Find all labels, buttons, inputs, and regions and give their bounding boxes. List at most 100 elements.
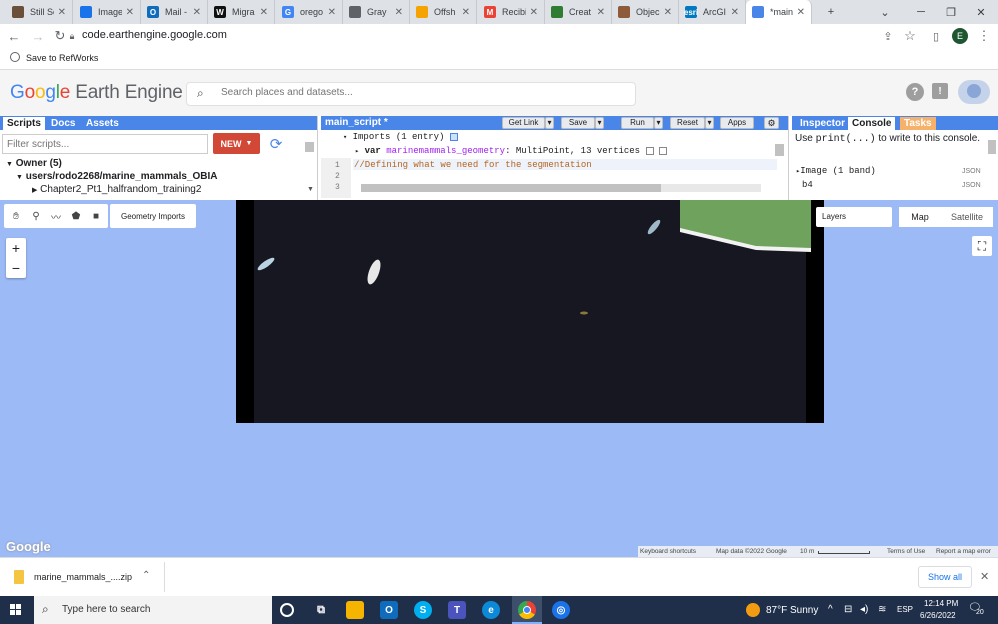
tab-close-icon[interactable]: ✕ <box>797 7 805 18</box>
console-item-image[interactable]: ▸Image (1 band) <box>796 166 876 176</box>
url-field[interactable]: code.earthengine.google.com <box>82 29 227 41</box>
profile-avatar[interactable]: E <box>952 28 968 44</box>
get-link-dropdown-icon[interactable]: ▾ <box>545 117 554 129</box>
browser-tab[interactable]: Gorego ✕ <box>276 0 343 24</box>
side-panel-icon[interactable]: ▯ <box>928 28 944 44</box>
scrollbar-thumb[interactable] <box>305 142 314 152</box>
tree-repo[interactable]: ▼ users/rodo2268/marine_mammals_OBIA <box>16 171 217 182</box>
feedback-icon[interactable]: ! <box>932 83 948 99</box>
browser-tab[interactable]: Gray ✕ <box>343 0 410 24</box>
console-scrollbar-thumb[interactable] <box>988 140 996 154</box>
taskbar-search[interactable]: ⌕ Type here to search <box>34 596 272 624</box>
delete-import-icon[interactable] <box>658 146 667 155</box>
browser-tab[interactable]: W Migra ✕ <box>208 0 275 24</box>
terms-link[interactable]: Terms of Use <box>887 548 925 555</box>
browser-tab[interactable]: esri ArcGI ✕ <box>679 0 746 24</box>
settings-gear-icon[interactable]: ⚙ <box>764 117 779 129</box>
run-dropdown-icon[interactable]: ▾ <box>654 117 663 129</box>
browser-tab[interactable]: Image ✕ <box>74 0 141 24</box>
scale-label[interactable]: 10 m <box>800 548 814 555</box>
browser-tab[interactable]: O Mail - ✕ <box>141 0 208 24</box>
help-icon[interactable]: ? <box>906 83 924 101</box>
weather-sun-icon[interactable] <box>746 603 760 617</box>
clock-time[interactable]: 12:14 PM <box>924 599 958 608</box>
tree-owner[interactable]: ▼ Owner (5) <box>6 158 62 169</box>
menu-kebab-icon[interactable]: ⋮ <box>976 28 992 44</box>
earth-engine-app-icon[interactable]: ◎ <box>552 601 570 619</box>
json-link[interactable]: JSON <box>962 182 981 189</box>
language-indicator[interactable]: ESP <box>897 605 913 614</box>
vertical-scrollbar-thumb[interactable] <box>775 144 784 156</box>
new-tab-button[interactable]: + <box>816 0 846 24</box>
network-icon[interactable]: ⊟ <box>844 604 852 615</box>
tab-close-icon[interactable]: ✕ <box>731 7 739 18</box>
browser-tab[interactable]: M Recibi ✕ <box>478 0 545 24</box>
reset-button[interactable]: Reset <box>670 117 705 129</box>
horizontal-scrollbar[interactable] <box>361 184 761 192</box>
restore-icon[interactable]: ❐ <box>936 0 966 24</box>
skype-icon[interactable]: S <box>414 601 432 619</box>
tab-console[interactable]: Console <box>848 117 896 130</box>
save-button[interactable]: Save <box>561 117 595 129</box>
map-type-map-button[interactable]: Map <box>899 207 941 227</box>
browser-tab[interactable]: Objec ✕ <box>612 0 679 24</box>
tab-scripts[interactable]: Scripts <box>3 117 45 130</box>
tab-inspector[interactable]: Inspector <box>796 117 849 130</box>
imports-toggle-icon[interactable] <box>449 132 458 141</box>
draw-rectangle-icon[interactable]: ■ <box>88 208 104 224</box>
download-filename[interactable]: marine_mammals_....zip <box>34 572 132 582</box>
tab-close-icon[interactable]: ✕ <box>58 7 66 18</box>
console-item-b4[interactable]: b4 <box>802 180 813 190</box>
tab-close-icon[interactable]: ✕ <box>193 7 201 18</box>
refresh-icon[interactable]: ⟳ <box>266 134 286 154</box>
account-avatar[interactable] <box>958 80 990 104</box>
tray-chevron-icon[interactable]: ^ <box>828 604 833 615</box>
task-view-icon[interactable]: ⧉ <box>312 601 330 619</box>
tab-close-icon[interactable]: ✕ <box>328 7 336 18</box>
geometry-imports-button[interactable]: Geometry Imports <box>110 204 196 228</box>
edge-icon[interactable]: e <box>482 601 500 619</box>
reset-dropdown-icon[interactable]: ▾ <box>705 117 714 129</box>
chrome-taskbar-active[interactable] <box>512 596 542 624</box>
pan-hand-icon[interactable]: ✋︎ <box>8 208 24 224</box>
wifi-icon[interactable]: ≋ <box>878 604 886 615</box>
tab-assets[interactable]: Assets <box>82 117 123 130</box>
map-type-satellite-button[interactable]: Satellite <box>941 207 993 227</box>
import-line[interactable]: ▸ var marinemammals_geometry: MultiPoint… <box>355 146 667 156</box>
draw-line-icon[interactable]: 〰 <box>48 208 64 224</box>
scroll-down-icon[interactable]: ▼ <box>307 186 314 193</box>
tab-close-icon[interactable]: ✕ <box>462 7 470 18</box>
browser-tab[interactable]: Offsh ✕ <box>410 0 477 24</box>
notifications-icon[interactable]: 🗨︎ 20 <box>968 601 986 619</box>
browser-tab[interactable]: Still Sc ✕ <box>6 0 73 24</box>
draw-polygon-icon[interactable]: ⬟ <box>68 208 84 224</box>
teams-icon[interactable]: T <box>448 601 466 619</box>
run-button[interactable]: Run <box>621 117 654 129</box>
close-window-icon[interactable]: ✕ <box>966 0 996 24</box>
zoom-out-button[interactable]: − <box>6 258 26 278</box>
minimize-icon[interactable]: ─ <box>906 0 936 24</box>
tab-close-icon[interactable]: ✕ <box>597 7 605 18</box>
bookmark-star-icon[interactable]: ☆ <box>902 28 918 44</box>
add-marker-icon[interactable]: ⚲ <box>28 208 44 224</box>
search-input[interactable] <box>221 87 621 98</box>
new-button[interactable]: NEW ▼ <box>213 133 260 154</box>
forward-icon[interactable]: → <box>30 28 46 44</box>
get-link-button[interactable]: Get Link <box>502 117 545 129</box>
back-icon[interactable]: ← <box>6 28 22 44</box>
gee-logo[interactable]: Google Earth Engine <box>10 82 183 104</box>
tab-search-chevron-icon[interactable]: ⌄ <box>870 0 900 24</box>
search-box[interactable]: ⌕ <box>186 82 636 106</box>
zoom-in-button[interactable]: + <box>6 238 26 258</box>
tab-close-icon[interactable]: ✕ <box>260 7 268 18</box>
layers-button[interactable]: Layers <box>816 207 892 227</box>
edit-import-icon[interactable] <box>645 146 654 155</box>
browser-tab[interactable]: *main ✕ <box>746 0 812 24</box>
share-icon[interactable]: ⇪ <box>880 28 896 44</box>
json-link[interactable]: JSON <box>962 168 981 175</box>
tab-close-icon[interactable]: ✕ <box>126 7 134 18</box>
imports-header[interactable]: ▾ Imports (1 entry) <box>343 132 458 142</box>
cortana-icon[interactable] <box>280 603 294 617</box>
download-chevron-icon[interactable]: ⌃ <box>142 570 150 581</box>
outlook-icon[interactable]: O <box>380 601 398 619</box>
